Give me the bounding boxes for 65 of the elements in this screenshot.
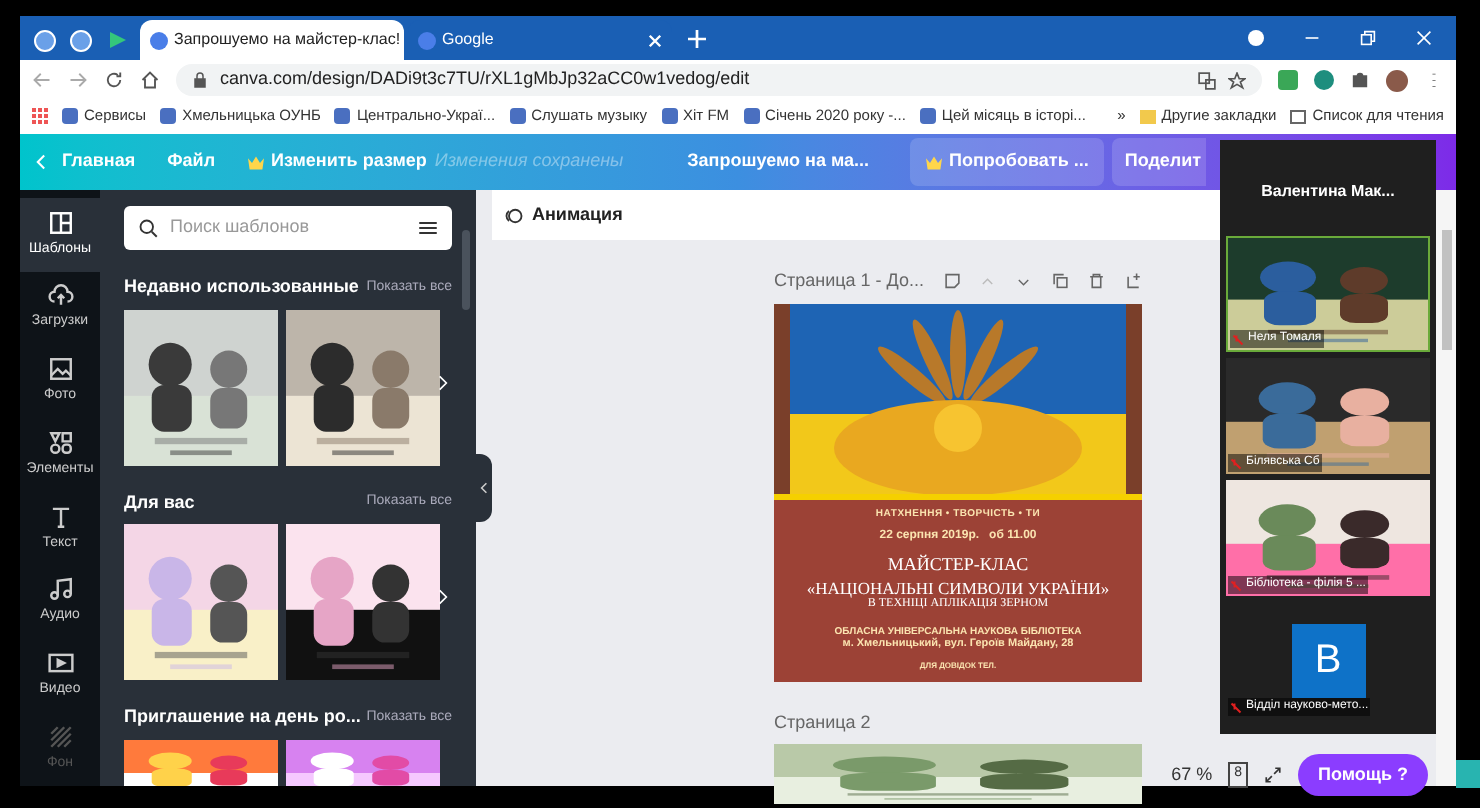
- share-button[interactable]: Поделит: [1112, 138, 1206, 186]
- collapse-handle[interactable]: [476, 454, 492, 522]
- animation-icon: [504, 205, 524, 225]
- duplicate-icon: [1051, 272, 1069, 291]
- section-title: Недавно использованные: [124, 274, 359, 300]
- fullscreen-icon: [1263, 766, 1282, 784]
- save-status: Изменения сохранены: [434, 148, 624, 175]
- scrollbar[interactable]: [1436, 190, 1456, 786]
- page-label: Страница 1 - До...: [774, 268, 924, 294]
- design-title[interactable]: Запрошуемо на ма...: [687, 148, 870, 176]
- tab-title: Запрошуемо на майстер-клас!: [174, 28, 401, 52]
- trash-icon: [1088, 272, 1106, 291]
- poster-card[interactable]: [774, 303, 1142, 682]
- restore-icon[interactable]: [1360, 30, 1376, 46]
- favicon-icon: [150, 31, 168, 49]
- music-note-icon: [47, 576, 73, 603]
- lock-icon: [192, 72, 208, 88]
- search-icon: [138, 218, 158, 238]
- help-button[interactable]: Помощь ?: [1297, 753, 1428, 797]
- animation-button[interactable]: Анимация: [532, 201, 623, 229]
- translate-icon: [1198, 71, 1216, 89]
- page-label: Страница 2: [774, 709, 873, 736]
- star-icon: [1228, 71, 1246, 89]
- poster-title: МАЙСТЕР-КЛАС: [887, 554, 1029, 577]
- cloud-upload-icon: [47, 282, 73, 309]
- add-page-icon: [1125, 272, 1142, 291]
- browser-tab[interactable]: Запрошуемо на майстер-клас!: [140, 20, 404, 60]
- poster-subtitle: «НАЦІОНАЛЬНІ СИМВОЛИ УКРАЇНИ»: [806, 577, 1110, 598]
- section-title: Приглашение на день ро...: [124, 704, 361, 730]
- crown-icon: [925, 155, 942, 169]
- layout-icon: [47, 209, 73, 236]
- tab-title: Google: [442, 28, 496, 52]
- url-text: canva.com/design/DADi9t3c7TU/rXL1gMbJp32aCC0w1vedog/edit: [220, 66, 752, 93]
- crown-icon: [247, 155, 264, 169]
- image-icon: [47, 356, 73, 383]
- close-icon[interactable]: [1416, 30, 1432, 46]
- chevron-left-icon: [36, 154, 46, 170]
- section-title: Для вас: [124, 489, 195, 516]
- filter-icon: [418, 218, 438, 238]
- avatar-icon[interactable]: [1386, 69, 1408, 91]
- video-icon: [47, 650, 73, 677]
- avatar-initial: B: [1291, 623, 1365, 697]
- apps-grid-icon[interactable]: [32, 108, 48, 124]
- panel-scrollbar[interactable]: [462, 230, 470, 310]
- zoom-level[interactable]: 67 %: [1171, 761, 1213, 789]
- close-icon[interactable]: [648, 33, 662, 47]
- play-store-icon[interactable]: [108, 30, 128, 50]
- chevron-right-icon[interactable]: [438, 588, 448, 606]
- shapes-icon: [47, 429, 73, 456]
- reload-icon: [104, 70, 124, 90]
- host-name: Валентина Мак...: [1259, 180, 1397, 204]
- search-placeholder: Поиск шаблонов: [170, 214, 312, 241]
- home-icon: [140, 70, 160, 90]
- note-icon: [944, 272, 961, 291]
- pattern-icon: [47, 723, 73, 750]
- favicon-icon: [418, 31, 436, 49]
- forward-arrow-icon: [68, 70, 88, 90]
- chevron-left-icon: [480, 482, 488, 494]
- chevron-right-icon[interactable]: [438, 373, 448, 391]
- new-tab-icon[interactable]: [688, 30, 706, 48]
- corner-shape: [1456, 760, 1480, 788]
- chevron-up-icon: [980, 273, 997, 290]
- back-arrow-icon: [32, 70, 52, 90]
- address-field[interactable]: canva.com/design/DADi9t3c7TU/rXL1gMbJp32aCC0w1vedog/edit: [176, 64, 1262, 96]
- text-icon: [47, 503, 73, 530]
